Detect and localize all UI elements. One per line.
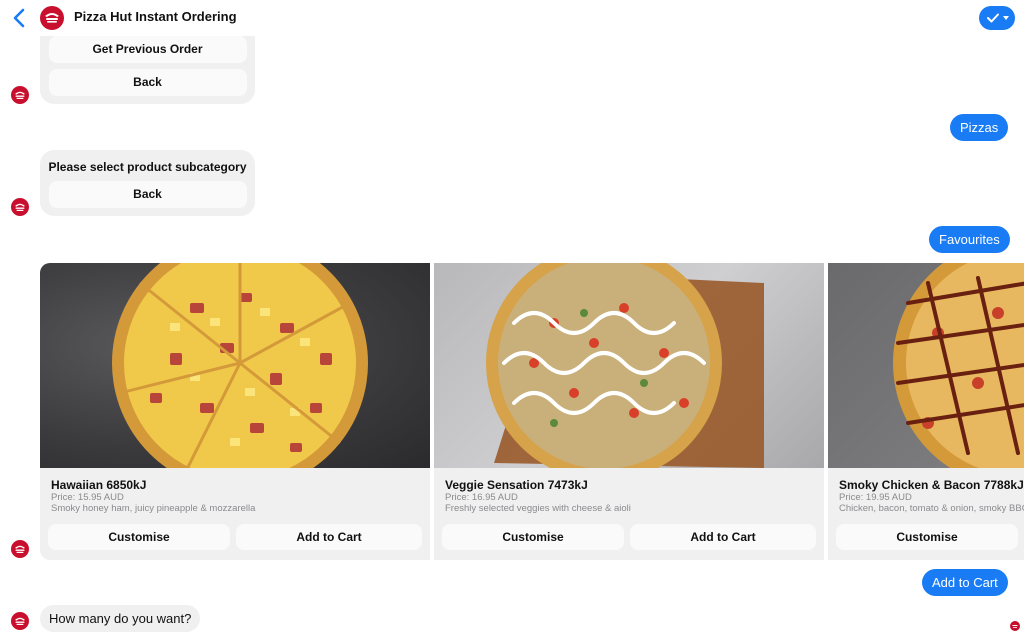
- product-card: Smoky Chicken & Bacon 7788kJ Price: 19.9…: [828, 263, 1024, 560]
- customise-button[interactable]: Customise: [48, 524, 230, 550]
- caret-down-icon: [1002, 15, 1009, 20]
- back-button[interactable]: Back: [48, 69, 247, 96]
- add-to-cart-button[interactable]: Add to Cart: [630, 524, 816, 550]
- product-description: Freshly selected veggies with cheese & a…: [445, 503, 631, 514]
- read-receipt-avatar-icon: [1010, 621, 1020, 631]
- product-name: Smoky Chicken & Bacon 7788kJ: [839, 478, 1024, 492]
- bot-avatar-icon: [11, 86, 29, 104]
- product-description: Chicken, bacon, tomato & onion, smoky BB…: [839, 503, 1024, 514]
- product-card: Hawaiian 6850kJ Price: 15.95 AUD Smoky h…: [40, 263, 430, 560]
- product-card: Veggie Sensation 7473kJ Price: 16.95 AUD…: [434, 263, 824, 560]
- product-name: Veggie Sensation 7473kJ: [445, 478, 588, 492]
- menu-prompt: Please select product subcategory: [48, 160, 247, 174]
- status-dropdown-button[interactable]: [979, 6, 1015, 30]
- user-message-favourites: Favourites: [929, 226, 1010, 253]
- product-price: Price: 19.95 AUD: [839, 492, 912, 503]
- add-to-cart-button[interactable]: Add to Cart: [236, 524, 422, 550]
- bot-subcategory-menu: Please select product subcategory Back: [40, 150, 255, 216]
- product-description: Smoky honey ham, juicy pineapple & mozza…: [51, 503, 256, 514]
- customise-button[interactable]: Customise: [836, 524, 1018, 550]
- back-button[interactable]: Back: [48, 181, 247, 208]
- bot-avatar-icon: [11, 540, 29, 558]
- customise-button[interactable]: Customise: [442, 524, 624, 550]
- chat-header: Pizza Hut Instant Ordering: [0, 0, 1024, 36]
- bot-avatar-icon: [11, 198, 29, 216]
- product-price: Price: 16.95 AUD: [445, 492, 518, 503]
- checkmark-icon: [986, 13, 999, 23]
- chevron-left-icon[interactable]: [10, 7, 30, 29]
- pizza-hut-logo: [40, 6, 64, 30]
- product-name: Hawaiian 6850kJ: [51, 478, 147, 492]
- bot-message-quantity-question: How many do you want?: [40, 605, 201, 632]
- product-carousel[interactable]: Hawaiian 6850kJ Price: 15.95 AUD Smoky h…: [40, 263, 1024, 560]
- product-image: [828, 263, 1024, 468]
- product-image: [434, 263, 824, 468]
- product-price: Price: 15.95 AUD: [51, 492, 124, 503]
- user-message-add-to-cart: Add to Cart: [922, 569, 1008, 596]
- product-image: [40, 263, 430, 468]
- user-message-pizzas: Pizzas: [950, 114, 1009, 141]
- chat-title: Pizza Hut Instant Ordering: [74, 9, 237, 24]
- get-previous-order-button[interactable]: Get Previous Order: [48, 36, 247, 63]
- bot-avatar-icon: [11, 612, 29, 630]
